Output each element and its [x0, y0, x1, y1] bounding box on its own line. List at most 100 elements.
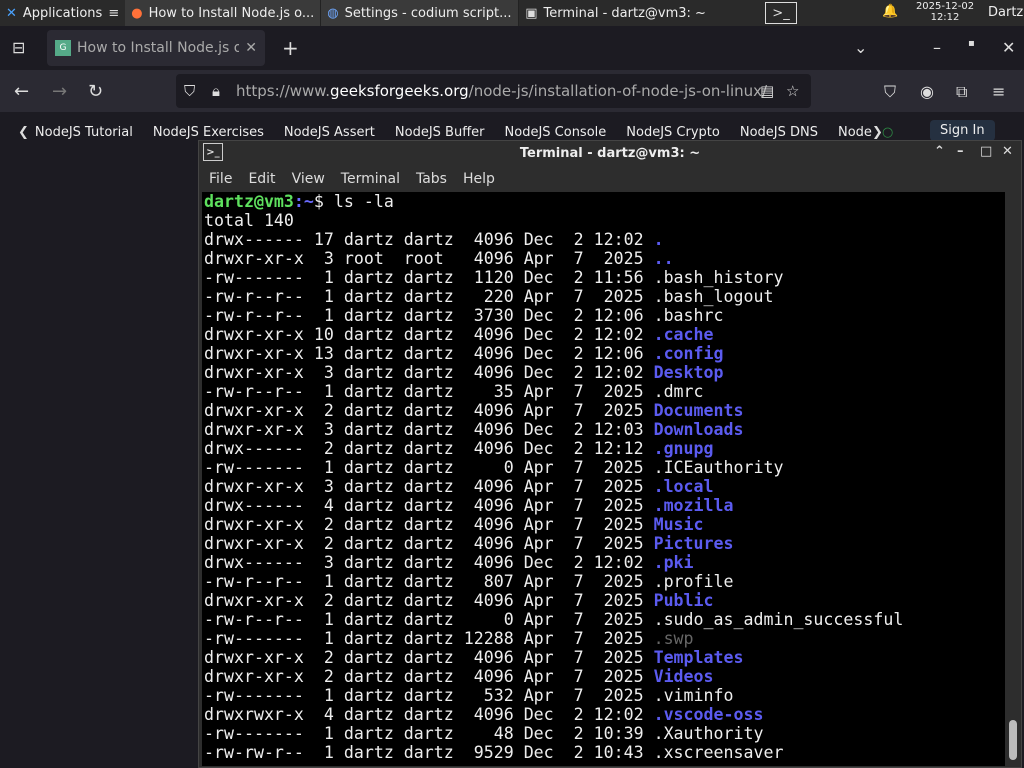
ls-entry-row: -rw-r--r-- 1 dartz dartz 35 Apr 7 2025 .… [204, 382, 1005, 401]
terminal-close-icon[interactable]: ✕ [1002, 144, 1013, 159]
applications-menu[interactable]: ✕ Applications ≡ [0, 0, 125, 26]
menu-help[interactable]: Help [463, 171, 495, 187]
navigation-bar: ← → ↻ ⛉ 🔒︎ https://www. geeksforgeeks.org… [0, 70, 1024, 112]
entry-meta: drwxr-xr-x 2 dartz dartz 4096 Apr 7 2025 [204, 534, 654, 553]
entry-meta: drwxr-xr-x 3 dartz dartz 4096 Apr 7 2025 [204, 477, 654, 496]
entry-name: .bashrc [653, 306, 724, 325]
entry-meta: -rw------- 1 dartz dartz 48 Dec 2 10:39 [204, 724, 654, 743]
nav-link[interactable]: NodeJS Assert [284, 125, 375, 140]
back-icon[interactable]: ← [14, 81, 29, 102]
nav-link[interactable]: NodeJS DNS [740, 125, 818, 140]
nav-link[interactable]: Node [838, 125, 872, 140]
entry-meta: -rw------- 1 dartz dartz 532 Apr 7 2025 [204, 686, 654, 705]
entry-name: Documents [653, 401, 744, 420]
time: 12:12 [930, 12, 960, 23]
nav-link[interactable]: NodeJS Buffer [395, 125, 485, 140]
menu-terminal[interactable]: Terminal [341, 171, 400, 187]
entry-meta: -rw-r--r-- 1 dartz dartz 220 Apr 7 2025 [204, 287, 654, 306]
hamburger-menu-icon[interactable]: ≡ [992, 82, 1005, 101]
entry-name: .xscreensaver [653, 743, 784, 762]
account-icon[interactable]: ◉ [920, 82, 934, 101]
terminal-scrollbar[interactable] [1007, 192, 1021, 766]
prompt-user: dartz@vm3 [204, 192, 294, 211]
window-button-settings[interactable]: ◍ Settings - codium script... [321, 0, 520, 26]
reader-view-icon[interactable]: ▤ [760, 82, 774, 100]
nav-link[interactable]: NodeJS Console [505, 125, 607, 140]
scrollbar-thumb[interactable] [1009, 720, 1017, 760]
entry-meta: drwx------ 3 dartz dartz 4096 Dec 2 12:0… [204, 553, 654, 572]
terminal-maximize-icon[interactable]: □ [980, 144, 992, 159]
entry-name: .dmrc [653, 382, 704, 401]
terminal-launcher-icon[interactable]: >_ [765, 2, 797, 24]
lock-icon[interactable]: 🔒︎ [212, 82, 220, 100]
window-button-terminal[interactable]: ▣ Terminal - dartz@vm3: ~ [519, 0, 719, 26]
shield-icon[interactable]: ⛉ [184, 82, 195, 100]
ls-entry-row: drwx------ 4 dartz dartz 4096 Apr 7 2025… [204, 496, 1005, 515]
maximize-icon[interactable]: ▪ [968, 38, 975, 49]
reload-icon[interactable]: ↻ [88, 81, 103, 102]
entry-name: .config [653, 344, 724, 363]
browser-tab[interactable]: G How to Install Node.js on ✕ [47, 30, 265, 66]
entry-meta: drwxr-xr-x 10 dartz dartz 4096 Dec 2 12:… [204, 325, 654, 344]
notification-bell-icon[interactable]: 🔔 [882, 4, 898, 19]
entry-meta: drwxr-xr-x 2 dartz dartz 4096 Apr 7 2025 [204, 401, 654, 420]
ls-entry-row: drwxr-xr-x 2 dartz dartz 4096 Apr 7 2025… [204, 591, 1005, 610]
nav-link[interactable]: NodeJS Crypto [626, 125, 720, 140]
new-tab-icon[interactable]: + [282, 36, 299, 60]
url-bar[interactable]: ⛉ 🔒︎ https://www. geeksforgeeks.org/node-… [176, 74, 811, 108]
prompt-line: dartz@vm3:~$ ls -la [204, 192, 1005, 211]
ls-entry-row: -rw------- 1 dartz dartz 1120 Dec 2 11:5… [204, 268, 1005, 287]
ls-entry-row: drwx------ 2 dartz dartz 4096 Dec 2 12:1… [204, 439, 1005, 458]
menu-edit[interactable]: Edit [248, 171, 275, 187]
clock[interactable]: 2025-12-02 12:12 [905, 1, 985, 23]
menu-file[interactable]: File [209, 171, 232, 187]
forward-icon[interactable]: → [52, 81, 67, 102]
entry-meta: -rw------- 1 dartz dartz 1120 Dec 2 11:5… [204, 268, 654, 287]
xfce-logo-icon: ✕ [6, 5, 17, 21]
total-line: total 140 [204, 211, 294, 230]
window-button-firefox[interactable]: ● How to Install Node.js o... [125, 0, 322, 26]
entry-name: .gnupg [653, 439, 714, 458]
bookmark-star-icon[interactable]: ☆ [786, 82, 799, 100]
terminal-output[interactable]: dartz@vm3:~$ ls -la total 140 drwx------ 1… [202, 192, 1005, 766]
menu-view[interactable]: View [292, 171, 325, 187]
entry-meta: -rw-r--r-- 1 dartz dartz 807 Apr 7 2025 [204, 572, 654, 591]
entry-name: .mozilla [653, 496, 734, 515]
ls-entry-row: -rw-r--r-- 1 dartz dartz 0 Apr 7 2025 .s… [204, 610, 1005, 629]
shade-up-icon[interactable]: ⌃ [934, 144, 945, 159]
browser-tab-bar: ⊟ G How to Install Node.js on ✕ + ⌄ – ▪ … [0, 26, 1024, 70]
entry-meta: drwxr-xr-x 3 dartz dartz 4096 Dec 2 12:0… [204, 420, 654, 439]
menu-tabs[interactable]: Tabs [416, 171, 447, 187]
tab-list-chevron-icon[interactable]: ⌄ [854, 38, 867, 57]
entry-name: .Xauthority [653, 724, 764, 743]
ls-entry-row: -rw------- 1 dartz dartz 48 Dec 2 10:39 … [204, 724, 1005, 743]
terminal-minimize-icon[interactable]: – [957, 144, 964, 159]
ls-entry-row: drwxrwxr-x 4 dartz dartz 4096 Dec 2 12:0… [204, 705, 1005, 724]
close-tab-icon[interactable]: ✕ [245, 40, 257, 56]
extensions-icon[interactable]: ⧉ [956, 82, 967, 102]
tab-manager-icon[interactable]: ⊟ [12, 38, 25, 57]
scroll-left-icon[interactable]: ❮ [18, 125, 29, 140]
ls-entry-row: -rw------- 1 dartz dartz 12288 Apr 7 202… [204, 629, 1005, 648]
entry-name: .bash_history [653, 268, 784, 287]
menu-icon: ≡ [108, 5, 120, 21]
entry-meta: drwxr-xr-x 13 dartz dartz 4096 Dec 2 12:… [204, 344, 654, 363]
entry-meta: -rw------- 1 dartz dartz 0 Apr 7 2025 [204, 458, 654, 477]
search-icon[interactable]: ○ [882, 125, 893, 140]
nav-link[interactable]: NodeJS Tutorial [35, 125, 133, 140]
nav-link[interactable]: NodeJS Exercises [153, 125, 264, 140]
user-menu[interactable]: Dartz [988, 5, 1023, 20]
ls-entry-row: drwxr-xr-x 2 dartz dartz 4096 Apr 7 2025… [204, 534, 1005, 553]
entry-meta: drwx------ 17 dartz dartz 4096 Dec 2 12:… [204, 230, 654, 249]
pocket-icon[interactable]: ⛉ [884, 82, 896, 102]
ls-entry-row: drwx------ 17 dartz dartz 4096 Dec 2 12:… [204, 230, 1005, 249]
sign-in-button[interactable]: Sign In [930, 120, 995, 141]
entry-meta: -rw-r--r-- 1 dartz dartz 3730 Dec 2 12:0… [204, 306, 654, 325]
terminal-titlebar[interactable]: >_ Terminal - dartz@vm3: ~ ⌃ – □ ✕ [199, 141, 1021, 166]
entry-meta: drwxrwxr-x 4 dartz dartz 4096 Dec 2 12:0… [204, 705, 654, 724]
close-window-icon[interactable]: ✕ [1002, 38, 1015, 57]
terminal-icon: ▣ [525, 5, 538, 21]
minimize-icon[interactable]: – [933, 38, 941, 57]
entry-name: Music [653, 515, 704, 534]
url-path: /node-js/installation-of-node-js-on-linu… [468, 82, 768, 100]
